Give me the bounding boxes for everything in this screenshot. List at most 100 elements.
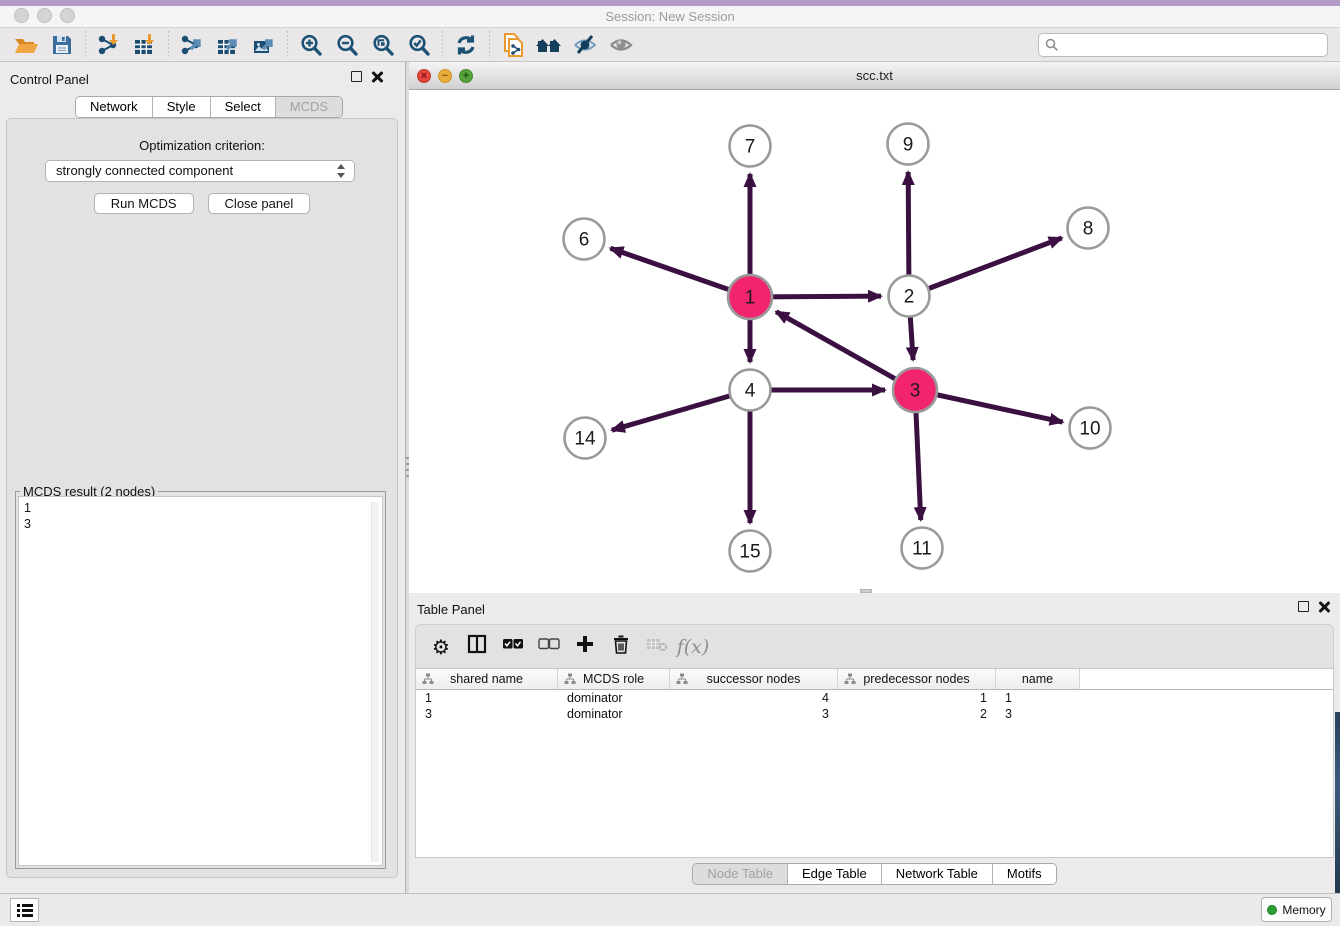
column-header-predecessor-nodes[interactable]: predecessor nodes <box>838 669 996 689</box>
node-14[interactable]: 14 <box>565 418 606 459</box>
node-4[interactable]: 4 <box>730 370 771 411</box>
cell-predecessor-nodes[interactable]: 2 <box>838 706 996 722</box>
table-tab-network-table[interactable]: Network Table <box>882 864 993 884</box>
node-11[interactable]: 11 <box>902 528 943 569</box>
column-header-successor-nodes[interactable]: successor nodes <box>670 669 838 689</box>
float-panel-icon[interactable] <box>351 71 362 82</box>
open-button[interactable] <box>8 30 44 60</box>
column-header-MCDS-role[interactable]: MCDS role <box>558 669 670 689</box>
tab-network[interactable]: Network <box>76 97 153 117</box>
deselect-all-icon <box>538 638 560 656</box>
table-row-1[interactable]: 1dominator411 <box>416 690 1333 706</box>
edge-2-8[interactable] <box>909 238 1062 296</box>
node-1[interactable]: 1 <box>728 275 772 319</box>
zoom-fit-button[interactable] <box>365 30 401 60</box>
close-panel-icon[interactable] <box>371 71 383 83</box>
node-9[interactable]: 9 <box>888 124 929 165</box>
edge-3-1[interactable] <box>776 312 915 390</box>
gear-button[interactable]: ⚙ <box>426 631 456 663</box>
node-2[interactable]: 2 <box>889 276 930 317</box>
table-tab-node-table[interactable]: Node Table <box>693 864 788 884</box>
cell-shared-name[interactable]: 3 <box>416 706 558 722</box>
close-table-panel-icon[interactable] <box>1318 601 1330 613</box>
save-button[interactable] <box>44 30 80 60</box>
deselect-all-button[interactable] <box>534 631 564 663</box>
mcds-result-text[interactable]: 1 3 <box>18 496 383 866</box>
cell-successor-nodes[interactable]: 3 <box>670 706 838 722</box>
result-scrollbar[interactable] <box>371 502 379 862</box>
node-10[interactable]: 10 <box>1070 408 1111 449</box>
network-minimize-button[interactable]: − <box>438 69 452 83</box>
export-image-icon <box>251 32 277 58</box>
criterion-select[interactable]: strongly connected component <box>45 160 355 182</box>
network-view-window: × − + scc.txt 7 9 6 8 1 2 4 3 14 10 15 11 <box>409 62 1340 593</box>
home-layout-button[interactable] <box>531 30 567 60</box>
close-panel-button[interactable]: Close panel <box>208 193 311 214</box>
search-box[interactable] <box>1038 33 1328 57</box>
network-canvas[interactable]: 7 9 6 8 1 2 4 3 14 10 15 11 <box>409 90 1340 593</box>
mcds-result-group: MCDS result (2 nodes) 1 3 <box>15 491 386 869</box>
refresh-button[interactable] <box>448 30 484 60</box>
cell-name[interactable]: 3 <box>996 706 1080 722</box>
memory-label: Memory <box>1282 903 1325 917</box>
cell-predecessor-nodes[interactable]: 1 <box>838 690 996 706</box>
export-table-button[interactable] <box>210 30 246 60</box>
node-label-10: 10 <box>1079 419 1100 440</box>
table-row-2[interactable]: 3dominator323 <box>416 706 1333 722</box>
cell-MCDS-role[interactable]: dominator <box>558 690 670 706</box>
cell-shared-name[interactable]: 1 <box>416 690 558 706</box>
table-tab-edge-table[interactable]: Edge Table <box>788 864 882 884</box>
column-label: successor nodes <box>707 672 801 686</box>
zoom-fit-icon <box>371 33 395 57</box>
zoom-in-button[interactable] <box>293 30 329 60</box>
columns-button[interactable] <box>462 631 492 663</box>
tab-style[interactable]: Style <box>153 97 211 117</box>
show-details-button[interactable] <box>603 30 639 60</box>
network-window-titlebar[interactable]: × − + scc.txt <box>409 62 1340 90</box>
import-network-button[interactable] <box>91 30 127 60</box>
network-graph[interactable]: 7 9 6 8 1 2 4 3 14 10 15 11 <box>409 90 1340 593</box>
toolbar-separator <box>489 31 490 59</box>
cell-name[interactable]: 1 <box>996 690 1080 706</box>
search-input[interactable] <box>1059 36 1327 54</box>
export-table-icon <box>215 32 241 58</box>
table-tab-motifs[interactable]: Motifs <box>993 864 1056 884</box>
app-traffic-lights[interactable] <box>14 8 75 23</box>
cell-MCDS-role[interactable]: dominator <box>558 706 670 722</box>
add-row-button[interactable] <box>570 631 600 663</box>
show-details-icon <box>608 33 634 57</box>
node-6[interactable]: 6 <box>564 219 605 260</box>
delete-row-button[interactable] <box>606 631 636 663</box>
tab-mcds[interactable]: MCDS <box>276 97 342 117</box>
first-neighbors-button[interactable] <box>495 30 531 60</box>
export-network-button[interactable] <box>174 30 210 60</box>
network-close-button[interactable]: × <box>417 69 431 83</box>
zoom-selected-button[interactable] <box>401 30 437 60</box>
select-all-button[interactable] <box>498 631 528 663</box>
network-maximize-button[interactable]: + <box>459 69 473 83</box>
node-15[interactable]: 15 <box>730 531 771 572</box>
node-table[interactable]: shared nameMCDS role successor nodes prede… <box>415 668 1334 858</box>
column-header-name[interactable]: name <box>996 669 1080 689</box>
hide-details-button[interactable] <box>567 30 603 60</box>
cell-successor-nodes[interactable]: 4 <box>670 690 838 706</box>
tab-select[interactable]: Select <box>211 97 276 117</box>
run-mcds-button[interactable]: Run MCDS <box>94 193 194 214</box>
import-table-button[interactable] <box>127 30 163 60</box>
horizontal-splitter-grip[interactable] <box>860 589 872 593</box>
export-image-button[interactable] <box>246 30 282 60</box>
zoom-out-button[interactable] <box>329 30 365 60</box>
minimize-window-button[interactable] <box>37 8 52 23</box>
zoom-out-icon <box>335 33 359 57</box>
zoom-window-button[interactable] <box>60 8 75 23</box>
memory-button[interactable]: Memory <box>1261 897 1332 922</box>
float-table-panel-icon[interactable] <box>1298 601 1309 612</box>
column-header-shared-name[interactable]: shared name <box>416 669 558 689</box>
node-3[interactable]: 3 <box>893 368 937 412</box>
node-8[interactable]: 8 <box>1068 208 1109 249</box>
close-window-button[interactable] <box>14 8 29 23</box>
node-7[interactable]: 7 <box>730 126 771 167</box>
optimization-criterion-label: Optimization criterion: <box>7 138 397 153</box>
table-header-row: shared nameMCDS role successor nodes prede… <box>416 669 1333 690</box>
task-history-button[interactable] <box>10 898 39 922</box>
